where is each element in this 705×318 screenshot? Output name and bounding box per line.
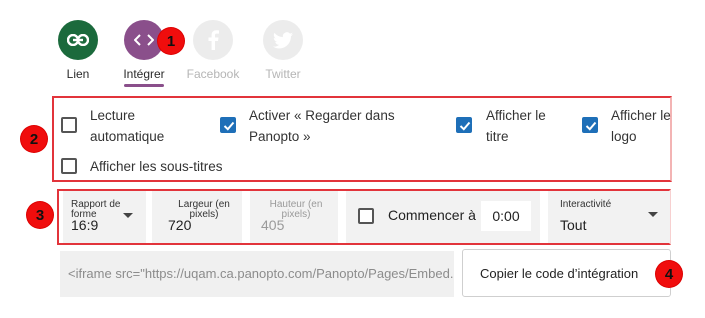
height-field: Hauteur (en pixels) 405 — [250, 191, 338, 243]
facebook-icon — [208, 30, 219, 50]
link-tab-circle — [58, 20, 98, 60]
tab-label-embed: Intégrer — [123, 67, 165, 81]
width-field[interactable]: Largeur (en pixels) 720 — [152, 191, 242, 243]
code-icon — [134, 34, 154, 46]
tab-facebook[interactable]: Facebook — [183, 20, 243, 81]
check-icon — [585, 121, 597, 131]
aspect-ratio-value: 16:9 — [71, 217, 99, 233]
show-title-label: Afficher le titre — [486, 108, 546, 144]
link-icon — [67, 34, 89, 46]
embed-code-field[interactable]: <iframe src="https://uqam.ca.panopto.com… — [60, 251, 454, 297]
check-icon — [459, 121, 471, 131]
start-at-field: Commencer à 0:00 — [346, 191, 540, 243]
marker-1: 1 — [158, 28, 184, 54]
chevron-down-icon — [648, 212, 658, 217]
chevron-down-icon — [123, 213, 133, 218]
show-captions-label: Afficher les sous-titres — [90, 159, 223, 174]
autoplay-checkbox[interactable] — [61, 117, 77, 133]
interactivity-label: Interactivité — [560, 199, 612, 210]
copy-embed-code-button[interactable]: Copier le code d’intégration — [462, 249, 671, 297]
tab-twitter[interactable]: Twitter — [253, 20, 313, 81]
show-logo-label: Afficher le logo — [611, 108, 671, 144]
facebook-tab-circle — [193, 20, 233, 60]
autoplay-label: Lecture automatique — [90, 108, 165, 144]
start-at-checkbox[interactable] — [358, 208, 374, 224]
start-at-label: Commencer à — [388, 207, 476, 223]
interactivity-value: Tout — [560, 217, 587, 233]
watch-in-panopto-label: Activer « Regarder dans Panopto » — [249, 108, 395, 144]
start-time-input[interactable]: 0:00 — [481, 201, 531, 231]
marker-2: 2 — [21, 126, 47, 152]
tab-label-link: Lien — [66, 67, 90, 81]
marker-3: 3 — [27, 202, 53, 228]
active-tab-underline — [124, 84, 164, 87]
marker-4: 4 — [656, 261, 682, 287]
copy-embed-code-label: Copier le code d’intégration — [480, 265, 639, 281]
show-title-checkbox[interactable] — [456, 117, 472, 133]
interactivity-select[interactable]: Interactivité Tout — [548, 191, 670, 243]
tab-label-twitter: Twitter — [265, 67, 301, 81]
width-value: 720 — [168, 217, 192, 233]
aspect-ratio-select[interactable]: Rapport de forme 16:9 — [63, 191, 146, 243]
show-captions-checkbox[interactable] — [61, 158, 77, 174]
check-icon — [223, 121, 235, 131]
twitter-tab-circle — [263, 20, 303, 60]
height-value: 405 — [261, 217, 285, 233]
twitter-icon — [273, 31, 293, 48]
watch-in-panopto-checkbox[interactable] — [220, 117, 236, 133]
tab-link[interactable]: Lien — [48, 20, 108, 81]
tab-label-facebook: Facebook — [186, 67, 240, 81]
show-logo-checkbox[interactable] — [582, 117, 598, 133]
